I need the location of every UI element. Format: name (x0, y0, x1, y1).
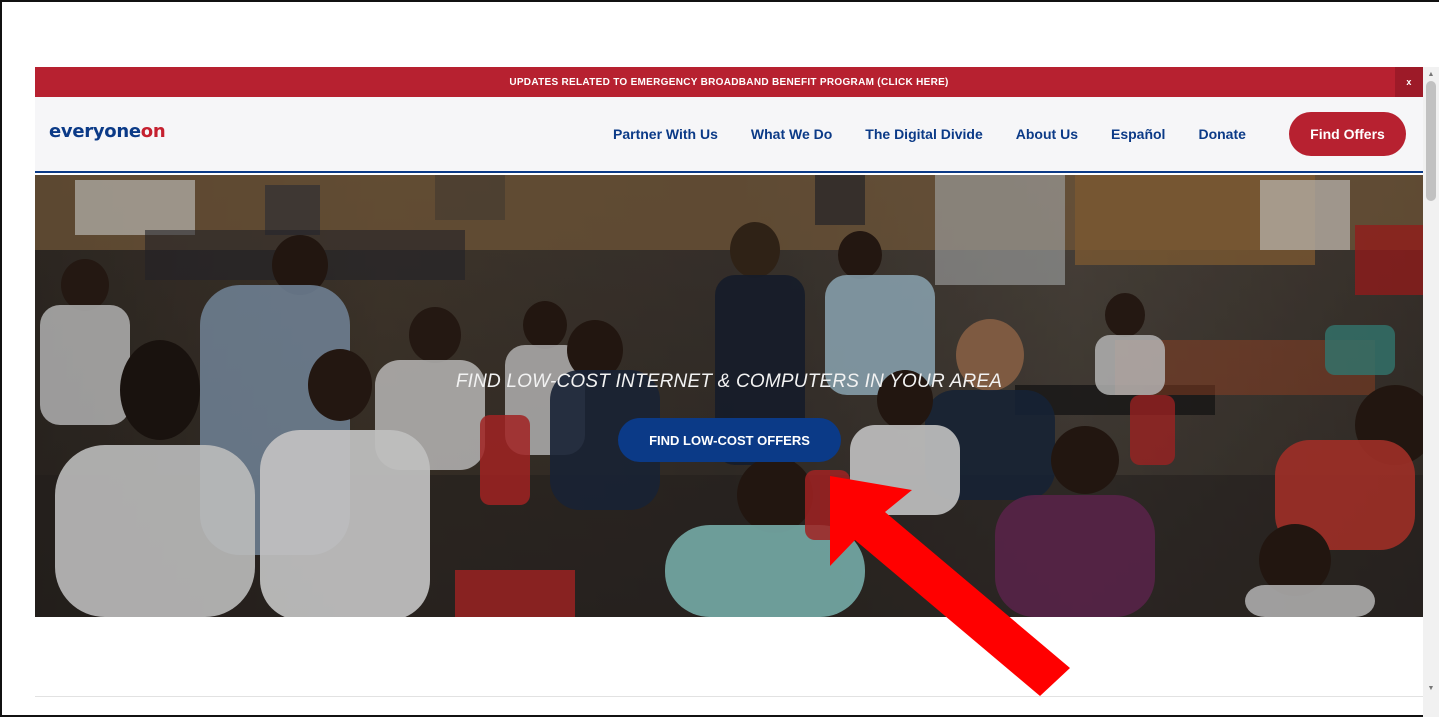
section-divider (35, 696, 1423, 697)
hero-background-image (35, 175, 1423, 617)
hero-section: FIND LOW-COST INTERNET & COMPUTERS IN YO… (35, 175, 1423, 617)
logo-text-everyone: everyone (49, 121, 141, 142)
nav-partner-with-us[interactable]: Partner With Us (613, 126, 718, 142)
nav-donate[interactable]: Donate (1198, 126, 1245, 142)
site-header: everyoneon Partner With Us What We Do Th… (35, 97, 1423, 173)
nav-what-we-do[interactable]: What We Do (751, 126, 832, 142)
find-low-cost-offers-button[interactable]: FIND LOW-COST OFFERS (618, 418, 841, 462)
site-logo[interactable]: everyoneon (49, 121, 166, 142)
logo-text-on: on (140, 121, 166, 142)
chevron-up-icon[interactable]: ▲ (1423, 67, 1439, 81)
hero-title: FIND LOW-COST INTERNET & COMPUTERS IN YO… (455, 371, 1003, 392)
find-offers-button[interactable]: Find Offers (1289, 112, 1406, 156)
scrollbar-thumb[interactable] (1426, 81, 1436, 201)
nav-espanol[interactable]: Español (1111, 126, 1165, 142)
page-scrollbar[interactable]: ▲ ▼ (1423, 67, 1439, 717)
main-nav: Partner With Us What We Do The Digital D… (613, 97, 1279, 171)
announcement-banner[interactable]: UPDATES RELATED TO EMERGENCY BROADBAND B… (35, 67, 1423, 97)
chevron-down-icon[interactable]: ▼ (1423, 681, 1439, 695)
nav-digital-divide[interactable]: The Digital Divide (865, 126, 982, 142)
close-icon: x (1406, 77, 1412, 87)
banner-close-button[interactable]: x (1395, 67, 1423, 97)
nav-about-us[interactable]: About Us (1016, 126, 1078, 142)
banner-text[interactable]: UPDATES RELATED TO EMERGENCY BROADBAND B… (509, 77, 948, 88)
